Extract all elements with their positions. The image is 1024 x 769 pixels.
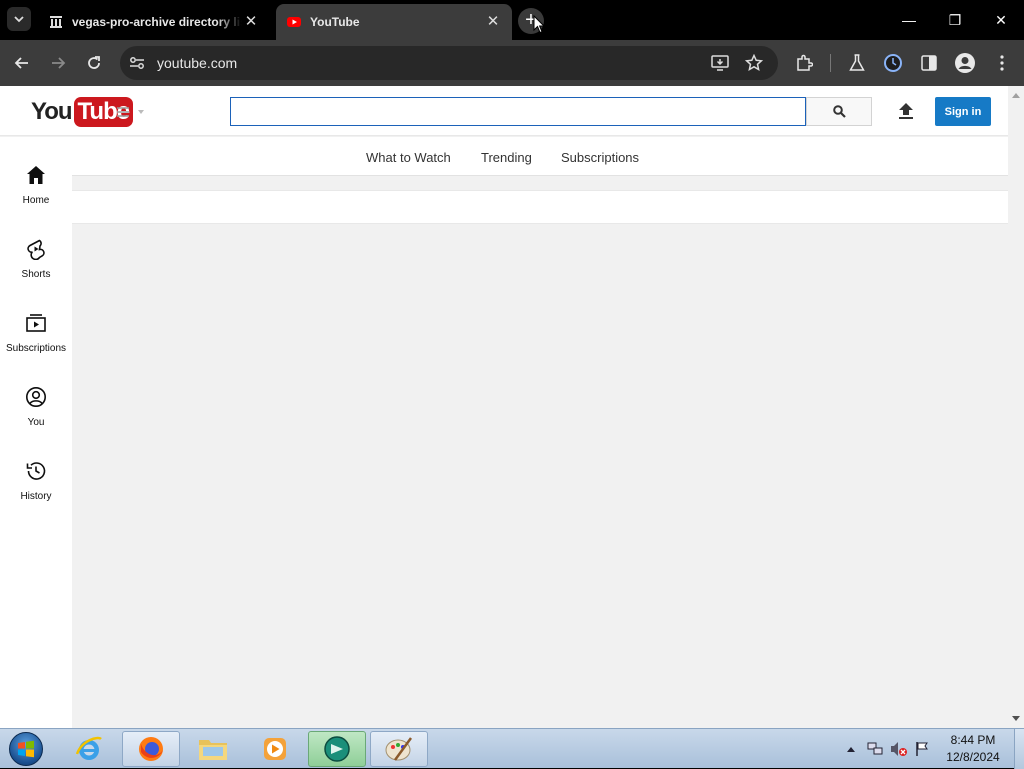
- taskbar-media-player[interactable]: [246, 731, 304, 767]
- scroll-down-arrow-icon[interactable]: [1012, 716, 1020, 721]
- nav-subscriptions[interactable]: Subscriptions: [561, 150, 639, 165]
- paint-palette-icon: [385, 737, 413, 761]
- guide-item-history[interactable]: History: [0, 459, 72, 519]
- extensions-icon[interactable]: [792, 51, 816, 75]
- nav-what-to-watch[interactable]: What to Watch: [366, 150, 451, 165]
- minimize-icon: —: [902, 12, 916, 28]
- tab-archive[interactable]: vegas-pro-archive directory listing ✕: [38, 4, 270, 40]
- youtube-page: You Tube Sign in What to Watch Trending …: [0, 86, 1024, 728]
- tray-up-arrow-icon: [847, 746, 855, 752]
- tab-close-button[interactable]: ✕: [484, 13, 502, 31]
- subscriptions-icon: [24, 311, 48, 335]
- youtube-icon: [286, 14, 302, 30]
- start-button[interactable]: [6, 730, 46, 768]
- mouse-cursor-icon: [533, 15, 545, 34]
- search-button[interactable]: [806, 97, 872, 126]
- taskbar-internet-explorer[interactable]: [60, 731, 118, 767]
- taskbar-paint[interactable]: [370, 731, 428, 767]
- taskbar-active-app[interactable]: [308, 731, 366, 767]
- content-strip: [72, 190, 1008, 224]
- arrow-left-icon: [14, 57, 28, 69]
- minimize-button[interactable]: —: [886, 0, 932, 40]
- caret-down-icon: [138, 110, 144, 114]
- top-navigation: What to Watch Trending Subscriptions: [72, 137, 1008, 176]
- taskbar-file-explorer[interactable]: [184, 731, 242, 767]
- tray-network-icon[interactable]: [864, 729, 886, 769]
- tray-volume-muted-icon[interactable]: [888, 729, 910, 769]
- internet-explorer-icon: [75, 736, 102, 760]
- guide-item-home[interactable]: Home: [0, 163, 72, 223]
- clock-time: 8:44 PM: [950, 733, 996, 747]
- chevron-down-icon: [14, 16, 24, 23]
- tab-title: vegas-pro-archive directory listing: [72, 15, 242, 29]
- app-globe-icon: [324, 736, 350, 762]
- labs-flask-icon[interactable]: [845, 51, 869, 75]
- youtube-header: You Tube Sign in: [0, 86, 1008, 136]
- shorts-icon: [24, 237, 48, 261]
- close-window-button[interactable]: ✕: [978, 0, 1024, 40]
- scroll-up-arrow-icon[interactable]: [1012, 93, 1020, 98]
- account-avatar-icon[interactable]: [953, 51, 977, 75]
- search-icon: [832, 105, 846, 118]
- firefox-icon: [139, 737, 163, 761]
- show-hidden-icons-button[interactable]: [844, 729, 858, 769]
- you-icon: [24, 385, 48, 409]
- site-info-icon[interactable]: [128, 54, 146, 72]
- nav-trending[interactable]: Trending: [481, 150, 532, 165]
- restore-icon: ❐: [948, 11, 962, 28]
- mini-guide: Home Shorts Subscriptions You History: [0, 137, 72, 728]
- profile-sync-icon[interactable]: [881, 51, 905, 75]
- guide-label: Subscriptions: [5, 343, 67, 354]
- search-input[interactable]: [230, 97, 806, 126]
- guide-label: Shorts: [21, 269, 51, 280]
- guide-item-you[interactable]: You: [0, 385, 72, 445]
- show-desktop-button[interactable]: [1014, 729, 1024, 769]
- back-button[interactable]: [8, 49, 36, 77]
- clock-date: 12/8/2024: [946, 750, 1000, 764]
- history-icon: [24, 459, 48, 483]
- forward-button[interactable]: [44, 49, 72, 77]
- side-panel-icon[interactable]: [917, 51, 941, 75]
- taskbar-firefox[interactable]: [122, 731, 180, 767]
- logo-you: You: [31, 98, 73, 125]
- page-scrollbar[interactable]: [1008, 86, 1024, 728]
- upload-icon: [899, 103, 913, 119]
- folder-icon: [199, 740, 227, 760]
- toolbar-divider: [830, 54, 831, 72]
- tab-strip: vegas-pro-archive directory listing ✕ Yo…: [0, 0, 1024, 40]
- restore-button[interactable]: ❐: [932, 0, 978, 40]
- url-text: youtube.com: [157, 55, 238, 71]
- reload-button[interactable]: [80, 49, 108, 77]
- address-bar[interactable]: youtube.com: [120, 46, 778, 80]
- tray-action-center-flag-icon[interactable]: [912, 729, 932, 769]
- system-clock[interactable]: 8:44 PM 12/8/2024: [930, 732, 1016, 766]
- guide-label: You: [27, 417, 45, 428]
- guide-menu-button[interactable]: [116, 104, 150, 120]
- windows-logo-icon: [9, 732, 43, 766]
- reload-icon: [88, 56, 100, 69]
- browser-menu-icon[interactable]: [990, 51, 1014, 75]
- browser-toolbar: youtube.com: [0, 40, 1024, 86]
- guide-label: History: [20, 491, 52, 502]
- sign-in-button[interactable]: Sign in: [935, 97, 991, 126]
- close-icon: ✕: [995, 11, 1007, 28]
- install-app-icon[interactable]: [710, 53, 730, 73]
- hamburger-icon: [117, 107, 129, 117]
- bookmark-star-icon[interactable]: [744, 53, 764, 73]
- media-player-icon: [264, 738, 286, 760]
- arrow-right-icon: [52, 57, 66, 69]
- guide-label: Home: [22, 195, 50, 206]
- tab-youtube[interactable]: YouTube ✕: [276, 4, 512, 40]
- tab-close-button[interactable]: ✕: [242, 13, 260, 31]
- guide-item-subscriptions[interactable]: Subscriptions: [0, 311, 72, 371]
- tab-search-button[interactable]: [7, 7, 31, 31]
- windows-taskbar: 8:44 PM 12/8/2024: [0, 728, 1024, 769]
- guide-item-shorts[interactable]: Shorts: [0, 237, 72, 297]
- upload-button[interactable]: [894, 99, 918, 123]
- tab-title: YouTube: [310, 15, 360, 29]
- archive-icon: [48, 14, 64, 30]
- home-icon: [24, 163, 48, 187]
